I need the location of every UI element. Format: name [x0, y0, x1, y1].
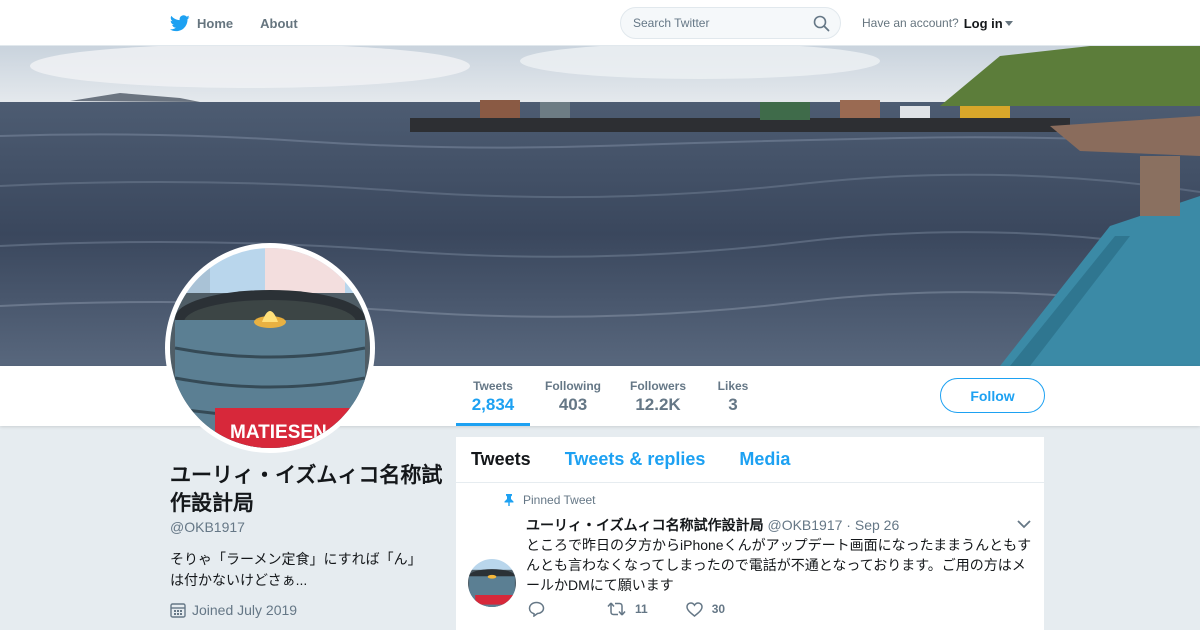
- tweet-avatar[interactable]: [468, 559, 516, 607]
- stat-tweets[interactable]: Tweets 2,834: [456, 366, 530, 426]
- like-count: 30: [711, 602, 726, 616]
- top-navigation: Home About Search Twitter Have an accoun…: [0, 0, 1200, 46]
- avatar[interactable]: MATIESEN: [165, 243, 375, 453]
- tab-tweets[interactable]: Tweets: [471, 449, 531, 470]
- home-link[interactable]: Home: [170, 14, 234, 32]
- stat-label: Tweets: [473, 379, 513, 393]
- timeline: Tweets Tweets & replies Media Pinned Twe…: [456, 437, 1044, 630]
- nav-left: Home About: [170, 0, 298, 46]
- tweet-author-handle[interactable]: @OKB1917: [767, 517, 842, 533]
- tab-media[interactable]: Media: [739, 449, 790, 470]
- profile-handle: @OKB1917: [170, 519, 245, 535]
- twitter-bird-icon: [170, 14, 190, 31]
- chevron-down-icon[interactable]: [1004, 20, 1013, 26]
- follow-button[interactable]: Follow: [940, 378, 1045, 413]
- pinned-text: Pinned Tweet: [523, 493, 596, 507]
- stat-label: Following: [545, 379, 601, 393]
- tweet-header: ユーリィ・イズムィコ名称試作設計局 @OKB1917 · Sep 26: [526, 515, 899, 535]
- tweet-separator: ·: [846, 517, 851, 533]
- search-input[interactable]: Search Twitter: [620, 7, 841, 39]
- timeline-tabs: Tweets Tweets & replies Media: [456, 437, 1044, 483]
- search-icon[interactable]: [813, 15, 830, 32]
- reply-icon: [528, 601, 545, 617]
- chevron-down-icon[interactable]: [1017, 520, 1031, 529]
- pinned-tweet[interactable]: Pinned Tweet ユーリィ・イズムィコ名称試作設計局 @OKB1917 …: [456, 483, 1044, 630]
- about-link[interactable]: About: [260, 16, 298, 31]
- reply-button[interactable]: [528, 601, 545, 617]
- retweet-icon: [607, 602, 626, 616]
- retweet-button[interactable]: 11: [607, 602, 648, 616]
- like-icon: [685, 601, 703, 617]
- stat-following[interactable]: Following 403: [540, 366, 606, 426]
- tweet-author-name[interactable]: ユーリィ・イズムィコ名称試作設計局: [526, 517, 764, 533]
- account-area: Have an account? Log in: [862, 0, 1013, 46]
- stat-value: 3: [728, 395, 738, 414]
- stat-label: Likes: [717, 379, 749, 393]
- tweet-actions: 11 30: [528, 601, 765, 617]
- have-account-text: Have an account?: [862, 16, 959, 30]
- profile-name: ユーリィ・イズムィコ名称試作設計局: [170, 464, 443, 515]
- stat-likes[interactable]: Likes 3: [713, 366, 753, 426]
- home-label: Home: [197, 15, 234, 31]
- search-placeholder: Search Twitter: [633, 16, 710, 30]
- profile-bio: そりゃ「ラーメン定食」にすれば「ん」は付かないけどさぁ...: [170, 551, 422, 588]
- pin-icon: [504, 494, 514, 506]
- profile-joined: Joined July 2019: [170, 602, 297, 618]
- avatar-image: MATIESEN: [170, 248, 370, 448]
- stat-value: 12.2K: [635, 395, 681, 414]
- tab-tweets-replies[interactable]: Tweets & replies: [565, 449, 706, 470]
- tweet-text: ところで昨日の夕方からiPhoneくんがアップデート画面になったままうんともすん…: [526, 537, 1032, 593]
- stat-label: Followers: [629, 379, 686, 393]
- login-button[interactable]: Log in: [964, 16, 1003, 31]
- tweet-date[interactable]: Sep 26: [855, 517, 899, 533]
- stat-value: 2,834: [471, 395, 515, 414]
- pinned-label: Pinned Tweet: [504, 493, 596, 507]
- stat-followers[interactable]: Followers 12.2K: [625, 366, 691, 426]
- like-button[interactable]: 30: [685, 601, 726, 617]
- joined-text: Joined July 2019: [192, 602, 298, 618]
- stat-value: 403: [558, 395, 588, 414]
- retweet-count: 11: [635, 602, 648, 616]
- calendar-icon: [170, 603, 186, 618]
- avatar-barrel-text: MATIESEN: [230, 422, 327, 443]
